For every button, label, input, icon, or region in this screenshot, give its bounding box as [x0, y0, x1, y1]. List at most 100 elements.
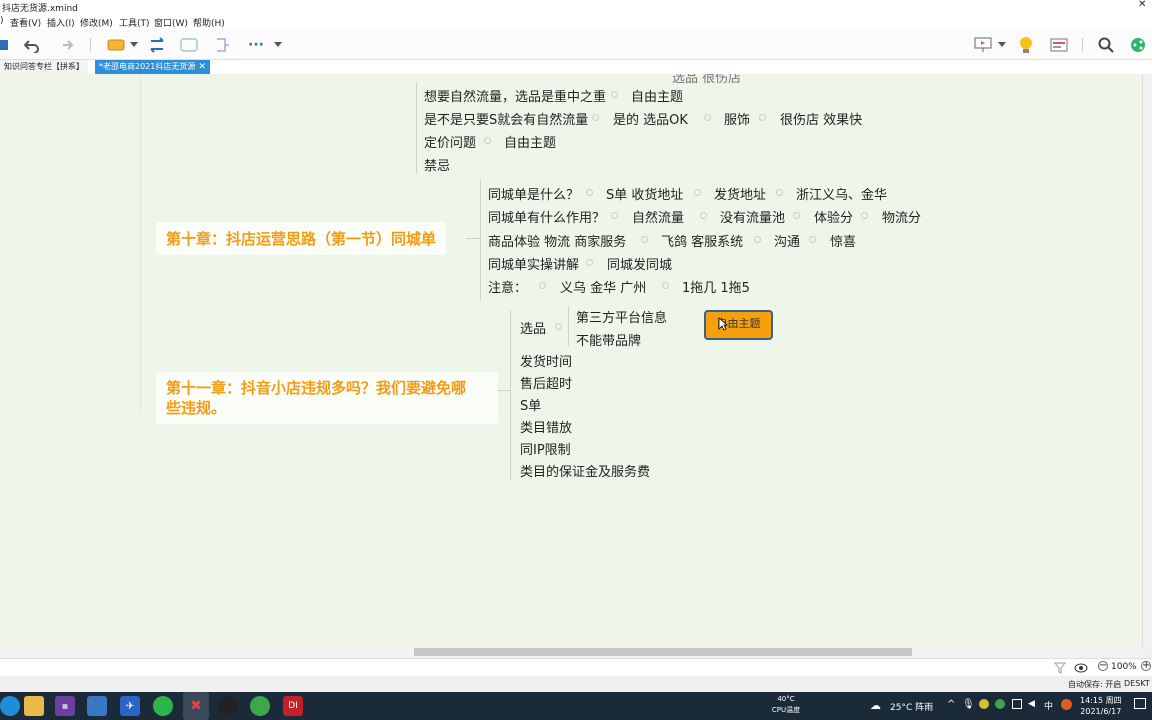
app-green-icon[interactable] [153, 696, 173, 716]
eye-icon[interactable] [1074, 662, 1088, 674]
xmind-taskbar-button[interactable]: ✖ [183, 692, 209, 720]
microphone-icon[interactable]: 🎙 [962, 699, 975, 710]
weather-text[interactable]: 25°C 阵雨 [890, 700, 933, 713]
collapse-knob[interactable] [776, 189, 783, 196]
menu-modify[interactable]: 修改(M) [80, 16, 113, 29]
collapse-knob[interactable] [539, 282, 546, 289]
topic-city-order-what[interactable]: 同城单是什么？ [488, 184, 579, 203]
save-icon[interactable] [0, 36, 10, 54]
volume-icon[interactable]: ◀ [1028, 699, 1035, 709]
subtopic-logistics-score[interactable]: 物流分 [882, 207, 921, 226]
topic-icon[interactable] [104, 36, 128, 54]
presentation-chevron-icon[interactable] [997, 36, 1007, 54]
subtopic-apparel[interactable]: 服饰 [724, 109, 750, 128]
collapse-knob[interactable] [694, 189, 701, 196]
idea-bulb-icon[interactable] [1016, 36, 1036, 54]
collapse-knob[interactable] [484, 137, 491, 144]
tray-chevron-icon[interactable]: ^ [947, 699, 955, 710]
cpu-temp-widget[interactable]: 40°C CPU温度 [768, 694, 804, 716]
subtopic-one-to-five[interactable]: 1拖几 1拖5 [682, 277, 750, 296]
subtopic-communicate[interactable]: 沟通 [774, 231, 800, 250]
topic-natural-traffic[interactable]: 想要自然流量，选品是重中之重 [424, 86, 606, 105]
subtopic-yiwu-jinhua[interactable]: 浙江义乌、金华 [796, 184, 887, 203]
collapse-knob[interactable] [586, 259, 593, 266]
more-chevron-icon[interactable] [273, 36, 283, 54]
collapse-knob[interactable] [759, 114, 766, 121]
collapse-knob[interactable] [861, 212, 868, 219]
topic-pricing[interactable]: 定价问题 [424, 132, 476, 151]
subtopic-surprise[interactable]: 惊喜 [830, 231, 856, 250]
app-mail-icon[interactable]: ✈ [120, 696, 140, 716]
topic-city-order-practice[interactable]: 同城单实操讲解 [488, 254, 579, 273]
menu-view[interactable]: 查看(V) [10, 16, 41, 29]
clock[interactable]: 14:15 周四 2021/6/17 [1080, 695, 1122, 717]
collapse-knob[interactable] [700, 212, 707, 219]
tray-green-icon[interactable] [995, 699, 1005, 709]
collapse-knob[interactable] [704, 114, 711, 121]
topic-product-experience[interactable]: 商品体验 物流 商家服务 [488, 231, 626, 250]
topic-s-order[interactable]: S单 [520, 395, 541, 414]
app-dark-icon[interactable] [218, 696, 238, 716]
topic-wrong-category[interactable]: 类目错放 [520, 417, 572, 436]
menu-file-fragment[interactable]: ) [0, 16, 4, 26]
zoom-out-button[interactable]: − [1098, 661, 1108, 671]
collapse-knob[interactable] [641, 236, 648, 243]
app-purple-icon[interactable]: ▦ [55, 696, 75, 716]
tab-current-document[interactable]: *老邵电商2021抖店无货源 ✕ [95, 60, 210, 74]
share-icon[interactable] [1128, 36, 1148, 54]
menu-tools[interactable]: 工具(T) [119, 16, 150, 29]
tab-close-icon[interactable]: ✕ [198, 60, 206, 74]
mindmap-canvas[interactable]: 选品 很伤店 想要自然流量，选品是重中之重 自由主题 是不是只要S就会有自然流量… [0, 74, 1142, 646]
subtopic-free[interactable]: 自由主题 [504, 132, 556, 151]
tray-sogou-icon[interactable] [1061, 699, 1072, 710]
network-icon[interactable] [1012, 699, 1022, 709]
chapter-10-topic[interactable]: 第十章：抖店运营思路（第一节）同城单 [156, 222, 447, 255]
tray-app-icon[interactable] [979, 699, 989, 709]
topic-note[interactable]: 注意： [488, 277, 527, 296]
collapse-knob[interactable] [611, 91, 618, 98]
collapse-knob[interactable] [611, 212, 618, 219]
subtopic-no-traffic-pool[interactable]: 没有流量池 [720, 207, 785, 226]
chevron-down-icon[interactable] [129, 36, 139, 54]
redo-icon[interactable] [55, 36, 75, 54]
summary-icon[interactable] [212, 36, 234, 54]
app-red-icon[interactable]: DI [283, 696, 303, 716]
topic-selection[interactable]: 选品 [520, 318, 546, 337]
subtopic-ship-address[interactable]: 发货地址 [714, 184, 766, 203]
edge-icon[interactable] [0, 696, 20, 716]
presentation-icon[interactable] [972, 36, 994, 54]
subtopic-hurts-shop[interactable]: 很伤店 效果快 [780, 109, 862, 128]
file-explorer-icon[interactable] [24, 696, 44, 716]
collapse-knob[interactable] [586, 189, 593, 196]
subtopic-natural-traffic[interactable]: 自然流量 [632, 207, 684, 226]
collapse-knob[interactable] [555, 323, 562, 330]
vertical-scrollbar[interactable] [1142, 74, 1152, 646]
tab-knowledge-qa[interactable]: 知识问答专栏【拼系】 [0, 60, 88, 74]
subtopic-yes-selection[interactable]: 是的 选品OK [613, 109, 688, 128]
relationship-icon[interactable] [147, 36, 169, 54]
chapter-11-topic[interactable]: 第十一章：抖音小店违规多吗？我们要避免哪 些违规。 [156, 372, 498, 424]
app-android-icon[interactable] [250, 696, 270, 716]
search-icon[interactable] [1096, 36, 1116, 54]
zoom-in-button[interactable]: + [1141, 661, 1151, 671]
menu-help[interactable]: 帮助(H) [193, 16, 225, 29]
topic-ship-time[interactable]: 发货时间 [520, 351, 572, 370]
topic-city-order-use[interactable]: 同城单有什么作用？ [488, 207, 605, 226]
notification-icon[interactable] [1134, 698, 1146, 709]
subtopic-free[interactable]: 自由主题 [631, 86, 683, 105]
menu-insert[interactable]: 插入(I) [47, 16, 75, 29]
subtopic-feige-cs[interactable]: 飞鸽 客服系统 [661, 231, 743, 250]
partial-topic[interactable]: 选品 很伤店 [672, 74, 741, 86]
subtopic-no-brand[interactable]: 不能带品牌 [576, 330, 641, 349]
app-blue-icon[interactable] [87, 696, 107, 716]
collapse-knob[interactable] [754, 236, 761, 243]
close-window-icon[interactable]: ✕ [1138, 0, 1146, 10]
subtopic-same-city[interactable]: 同城发同城 [607, 254, 672, 273]
topic-category-deposit[interactable]: 类目的保证金及服务费 [520, 461, 650, 480]
topic-after-sale-timeout[interactable]: 售后超时 [520, 373, 572, 392]
subtopic-s-address[interactable]: S单 收货地址 [606, 184, 683, 203]
topic-taboo[interactable]: 禁忌 [424, 155, 450, 174]
collapse-knob[interactable] [809, 236, 816, 243]
weather-cloud-icon[interactable]: ☁ [870, 699, 881, 712]
subtopic-third-party-info[interactable]: 第三方平台信息 [576, 307, 667, 326]
